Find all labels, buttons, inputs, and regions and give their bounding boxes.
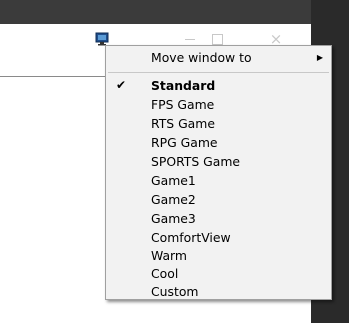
menu-item-label: RTS Game: [151, 116, 215, 131]
menu-item-label: RPG Game: [151, 135, 218, 150]
menu-item-label: Cool: [151, 266, 179, 281]
menu-item-label: Standard: [151, 78, 216, 93]
checkmark-icon: ✔: [116, 78, 127, 92]
menu-separator: [108, 72, 329, 73]
menu-item-label: Game2: [151, 192, 196, 207]
menu-item-cool[interactable]: Cool: [106, 264, 331, 283]
close-button[interactable]: ×: [269, 32, 283, 47]
content-divider: [0, 76, 106, 77]
menu-item-label: SPORTS Game: [151, 154, 241, 169]
menu-item-game1[interactable]: Game1: [106, 171, 331, 190]
menu-item-label: FPS Game: [151, 97, 215, 112]
menu-item-label: Warm: [151, 248, 187, 263]
menu-item-sports-game[interactable]: SPORTS Game: [106, 152, 331, 171]
menu-item-fps-game[interactable]: FPS Game: [106, 95, 331, 114]
monitor-icon[interactable]: [95, 32, 109, 46]
menu-item-custom[interactable]: Custom: [106, 282, 331, 301]
minimize-button[interactable]: [183, 32, 197, 46]
menu-item-move-window-to[interactable]: Move window to ▶: [106, 48, 331, 67]
submenu-arrow-icon: ▶: [316, 53, 323, 62]
menu-item-warm[interactable]: Warm: [106, 246, 331, 265]
menu-item-standard[interactable]: ✔ Standard: [106, 76, 331, 95]
menu-item-label: Game1: [151, 173, 196, 188]
menu-item-game2[interactable]: Game2: [106, 190, 331, 209]
menu-item-game3[interactable]: Game3: [106, 209, 331, 228]
maximize-button[interactable]: [210, 32, 224, 46]
menu-item-label: Custom: [151, 284, 199, 299]
menu-item-rts-game[interactable]: RTS Game: [106, 114, 331, 133]
menu-item-comfortview[interactable]: ComfortView: [106, 228, 331, 247]
menu-item-label: ComfortView: [151, 230, 231, 245]
menu-item-label: Move window to: [151, 50, 252, 65]
menu-item-label: Game3: [151, 211, 196, 226]
context-menu: Move window to ▶ ✔ Standard FPS Game RTS…: [105, 45, 332, 300]
menu-item-rpg-game[interactable]: RPG Game: [106, 133, 331, 152]
